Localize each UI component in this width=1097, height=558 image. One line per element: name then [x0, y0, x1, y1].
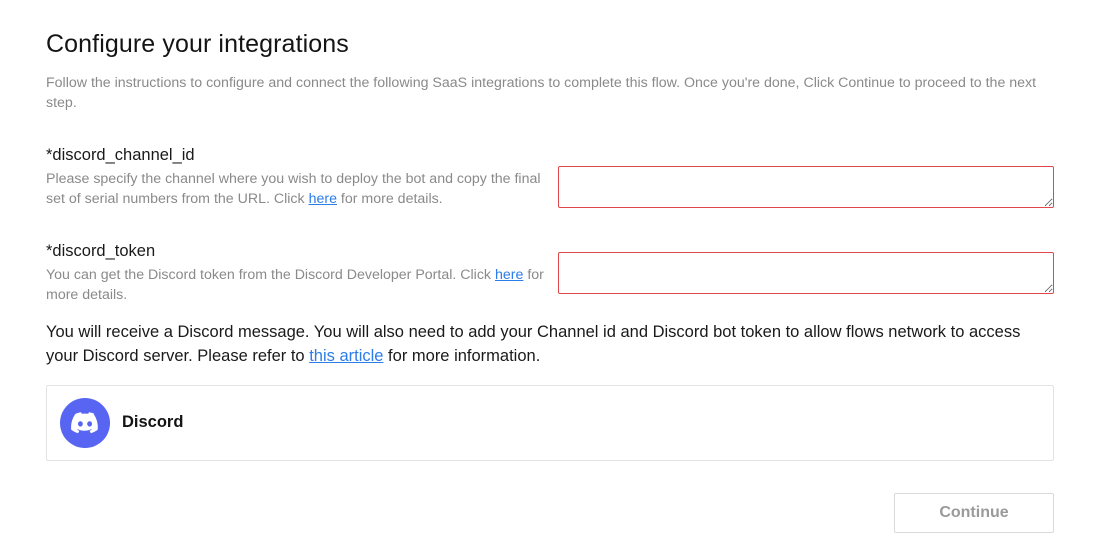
discord-notice: You will receive a Discord message. You …	[46, 320, 1056, 368]
discord-channel-id-description-text: Please specify the channel where you wis…	[46, 171, 541, 207]
notice-text-suffix: for more information.	[383, 347, 541, 365]
discord-channel-id-label: *discord_channel_id	[46, 146, 195, 164]
page-subtitle: Follow the instructions to configure and…	[46, 75, 1037, 111]
discord-token-label: *discord_token	[46, 242, 156, 260]
continue-button[interactable]: Continue	[894, 493, 1054, 533]
discord-channel-id-input[interactable]	[558, 166, 1054, 208]
discord-channel-id-description: Please specify the channel where you wis…	[46, 169, 546, 209]
discord-token-description: You can get the Discord token from the D…	[46, 265, 546, 305]
discord-logo-glyph	[71, 412, 98, 434]
discord-channel-id-description-suffix: for more details.	[336, 191, 443, 207]
discord-channel-id-help-link[interactable]: here	[309, 191, 337, 207]
discord-token-input[interactable]	[558, 252, 1054, 294]
notice-article-link[interactable]: this article	[309, 347, 383, 365]
page-title: Configure your integrations	[46, 30, 349, 58]
integration-name: Discord	[122, 413, 184, 431]
discord-icon	[60, 398, 110, 448]
discord-token-help-link[interactable]: here	[495, 267, 523, 283]
discord-token-description-text: You can get the Discord token from the D…	[46, 267, 495, 283]
integration-card-discord[interactable]: Discord	[46, 385, 1054, 461]
